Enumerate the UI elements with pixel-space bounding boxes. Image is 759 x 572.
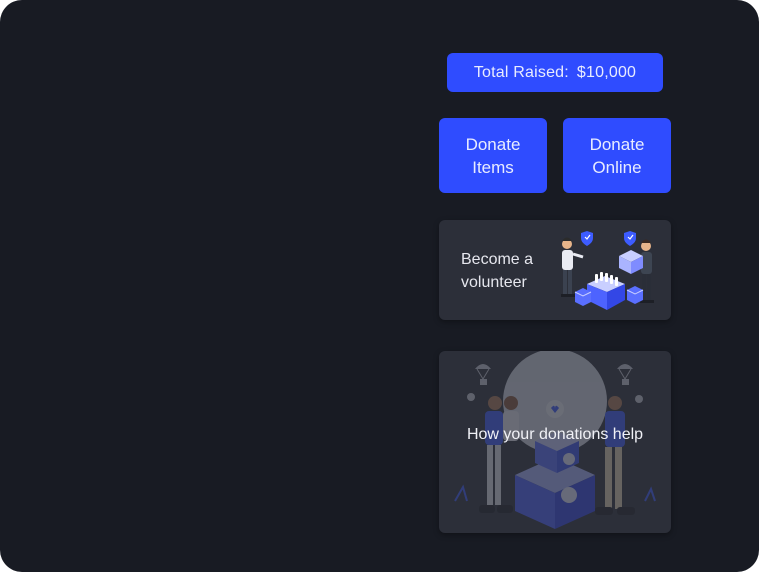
donate-online-line-2: Online <box>592 157 642 177</box>
become-volunteer-line-1: Become a <box>461 251 534 268</box>
donations-help-card[interactable]: How your donations help <box>439 351 671 533</box>
volunteers-packing-boxes-illustration <box>561 231 654 310</box>
become-volunteer-label: Become a volunteer <box>461 248 551 294</box>
total-raised-value: $10,000 <box>576 63 637 81</box>
donate-items-button[interactable]: Donate Items <box>439 118 547 193</box>
donate-items-line-2: Items <box>472 157 514 177</box>
donations-help-label: How your donations help <box>466 426 644 443</box>
donate-online-button[interactable]: Donate Online <box>563 118 671 193</box>
donate-items-line-1: Donate <box>465 134 521 154</box>
total-raised-badge: Total Raised: $10,000 <box>447 53 663 92</box>
total-raised-label: Total Raised: <box>473 63 569 81</box>
become-volunteer-line-2: volunteer <box>461 274 527 291</box>
become-volunteer-card[interactable]: Become a volunteer <box>439 220 671 320</box>
app-window: Total Raised: $10,000 Donate Items Donat… <box>0 0 759 572</box>
donate-online-line-1: Donate <box>589 134 645 154</box>
